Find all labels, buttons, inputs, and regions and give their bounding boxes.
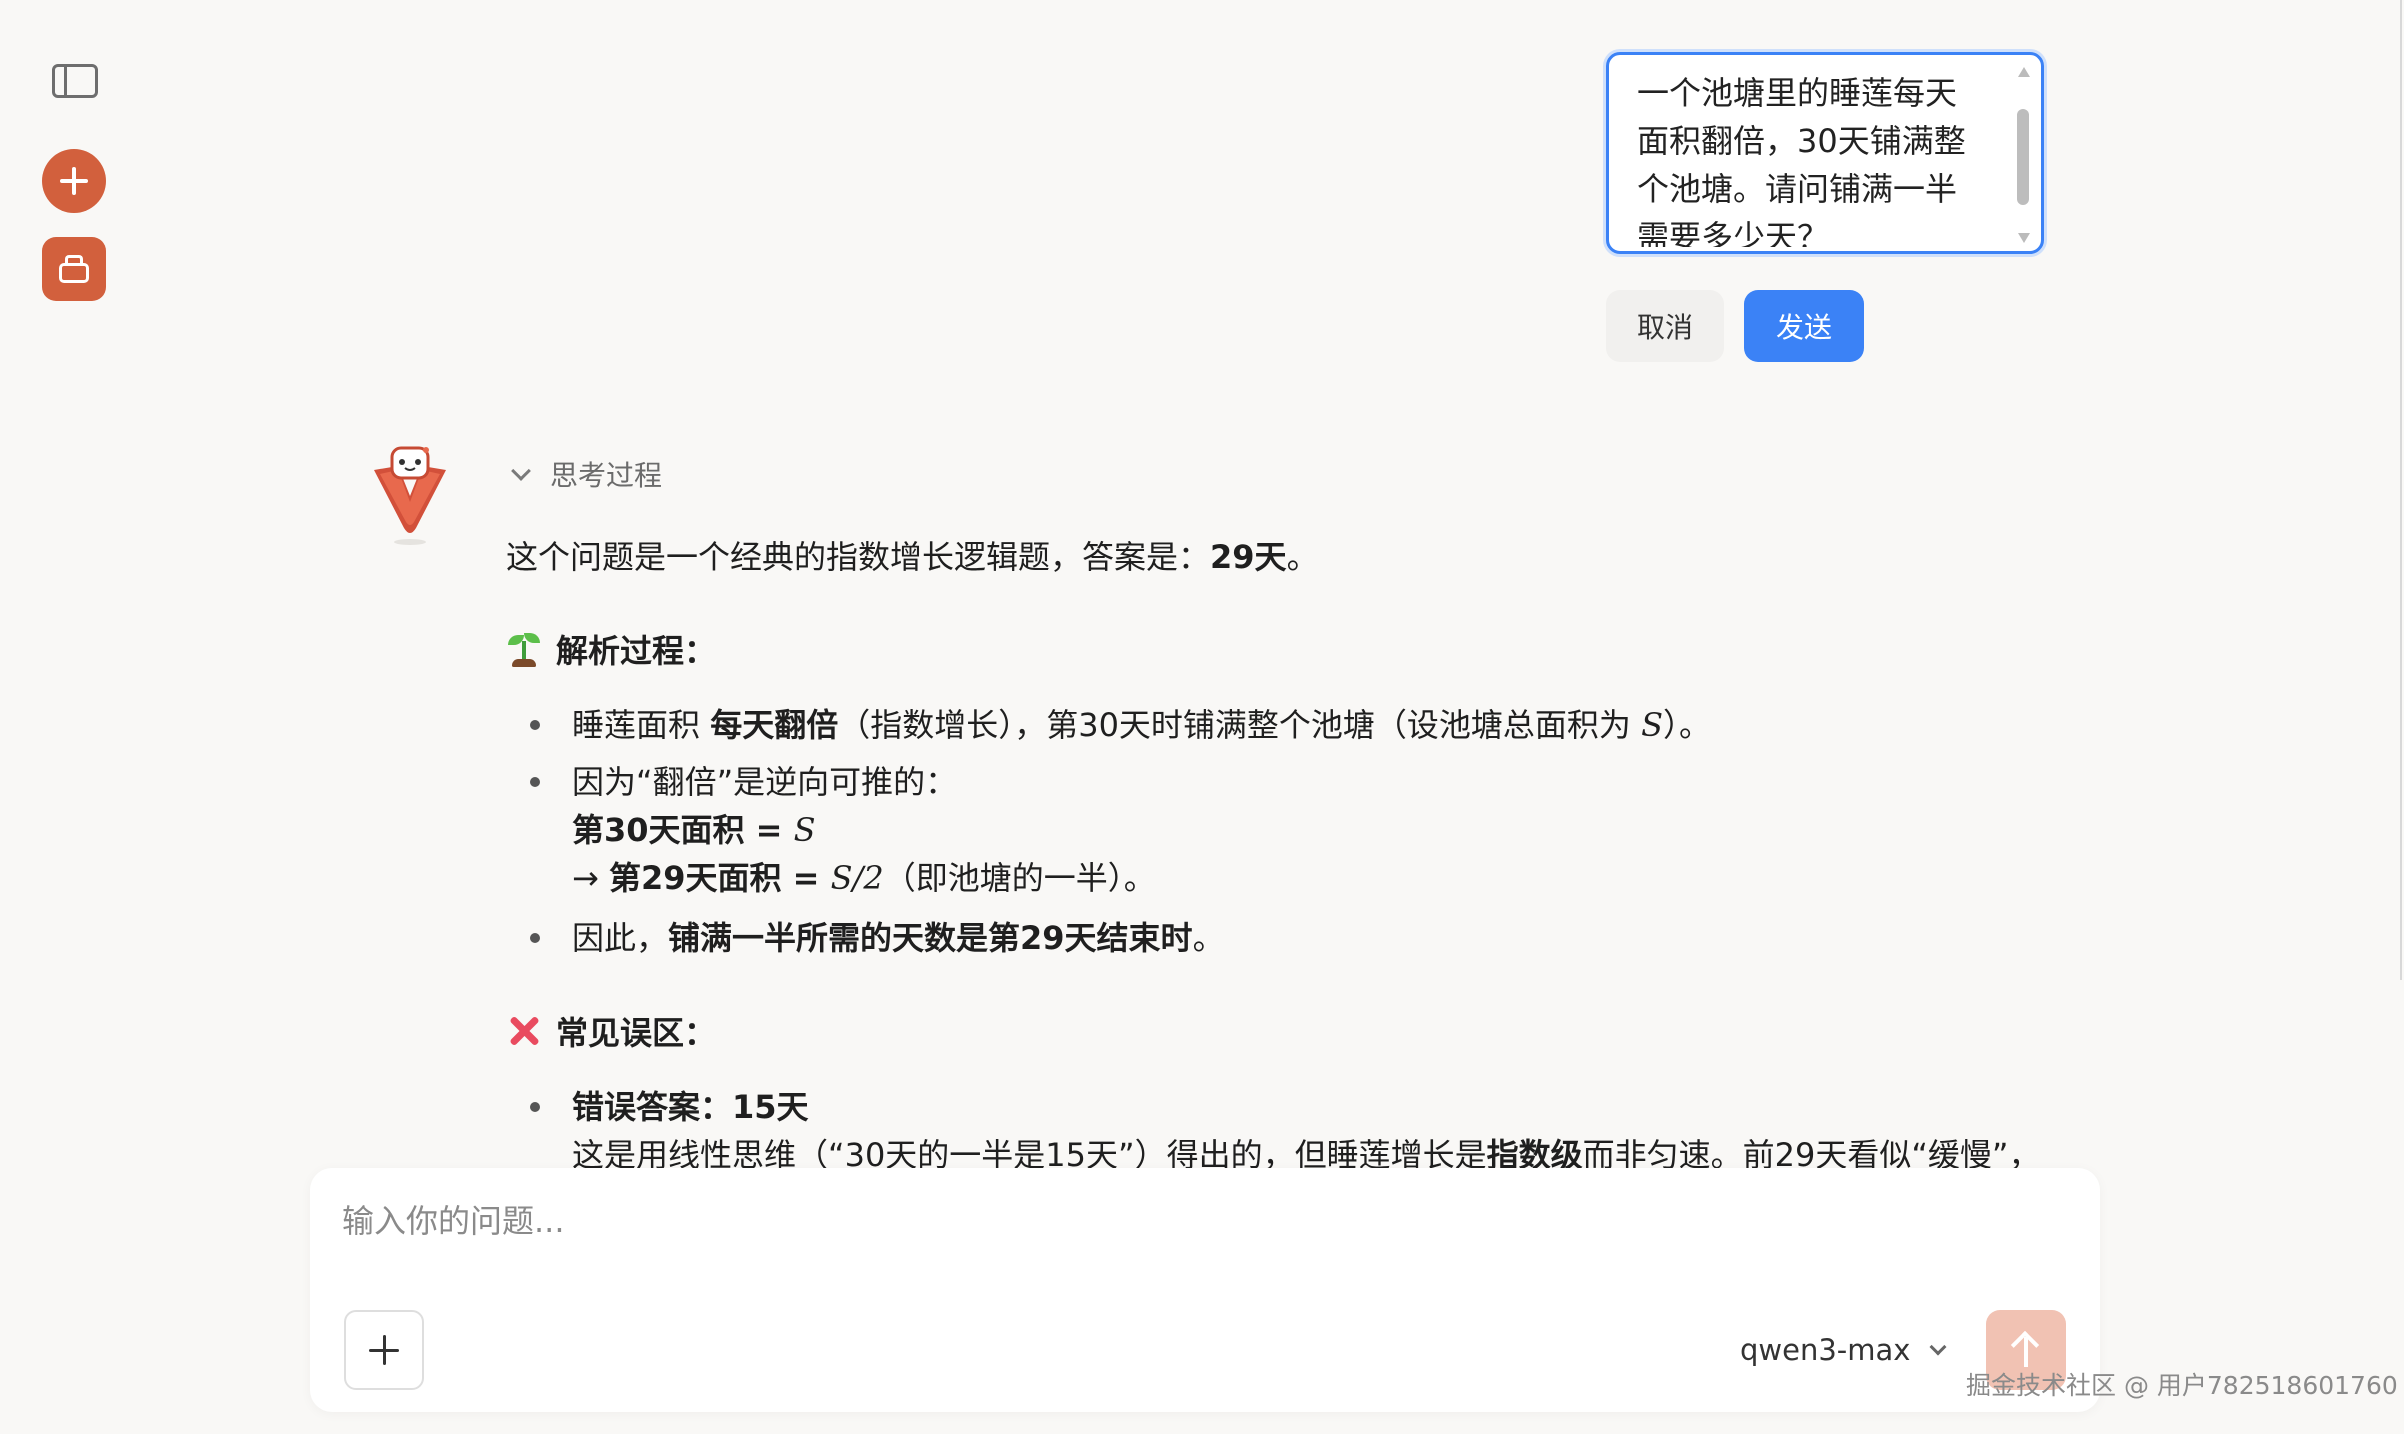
- bullet-dot: [530, 1102, 540, 1112]
- list-item: 因为“翻倍”是逆向可推的：: [572, 763, 958, 801]
- list-item-continuation: 第30天面积 = S: [572, 811, 816, 849]
- new-chat-button[interactable]: [42, 149, 106, 213]
- divider: [2400, 0, 2402, 980]
- chevron-down-icon: [511, 461, 531, 481]
- bullet-dot: [530, 777, 540, 787]
- cross-mark-icon: [506, 1013, 542, 1049]
- model-name: qwen3-max: [1740, 1333, 1911, 1367]
- scroll-thumb[interactable]: [2017, 109, 2029, 205]
- assistant-avatar: [374, 446, 446, 545]
- scroll-down-icon[interactable]: [2018, 233, 2030, 243]
- list-item: 睡莲面积 每天翻倍（指数增长），第30天时铺满整个池塘（设池塘总面积为 S）。: [572, 706, 1712, 744]
- model-selector[interactable]: qwen3-max: [1740, 1328, 1947, 1372]
- edit-scrollbar[interactable]: [2015, 65, 2031, 245]
- chat-page: 一个池塘里的睡莲每天 面积翻倍，30天铺满整 个池塘。请问铺满一半 需要多少天？…: [0, 0, 2404, 1434]
- section-analysis-heading: 解析过程：: [506, 626, 716, 672]
- cancel-button[interactable]: 取消: [1606, 290, 1724, 362]
- library-button[interactable]: [42, 237, 106, 301]
- box-icon: [59, 255, 89, 283]
- thinking-toggle[interactable]: 思考过程: [511, 454, 663, 494]
- chevron-down-icon: [1929, 1338, 1947, 1356]
- edit-message-box[interactable]: 一个池塘里的睡莲每天 面积翻倍，30天铺满整 个池塘。请问铺满一半 需要多少天？: [1606, 52, 2044, 254]
- bullet-dot: [530, 933, 540, 943]
- list-item: 因此，铺满一半所需的天数是第29天结束时。: [572, 919, 1225, 957]
- chat-input[interactable]: [342, 1196, 1942, 1246]
- sidebar-toggle-icon[interactable]: [52, 64, 98, 98]
- assistant-answer: 这个问题是一个经典的指数增长逻辑题，答案是：29天。 解析过程： 睡莲面积 每天…: [506, 520, 2066, 1170]
- chat-composer: qwen3-max: [310, 1168, 2100, 1412]
- section-mistakes-heading: 常见误区：: [506, 1008, 716, 1054]
- bullet-dot: [530, 720, 540, 730]
- send-edit-button[interactable]: 发送: [1744, 290, 1864, 362]
- answer-intro: 这个问题是一个经典的指数增长逻辑题，答案是：29天。: [506, 538, 1319, 576]
- seedling-icon: [506, 631, 542, 667]
- arrow-up-icon: [2010, 1330, 2041, 1367]
- plus-icon: [369, 1335, 399, 1365]
- sidebar-rail: [0, 0, 150, 1434]
- list-item-continuation: 这是用线性思维（“30天的一半是15天”）得出的，但睡莲增长是指数级而非匀速。前…: [572, 1136, 2041, 1170]
- list-item-continuation: → 第29天面积 = S/2（即池塘的一半）。: [572, 859, 1156, 897]
- watermark: 掘金技术社区 @ 用户782518601760: [1966, 1371, 2398, 1400]
- attach-button[interactable]: [344, 1310, 424, 1390]
- thinking-label: 思考过程: [550, 459, 663, 492]
- scroll-up-icon[interactable]: [2018, 67, 2030, 77]
- edit-message-textarea[interactable]: 一个池塘里的睡莲每天 面积翻倍，30天铺满整 个池塘。请问铺满一半 需要多少天？: [1637, 69, 1987, 247]
- list-item: 错误答案：15天: [572, 1088, 809, 1126]
- plus-icon: [60, 167, 88, 195]
